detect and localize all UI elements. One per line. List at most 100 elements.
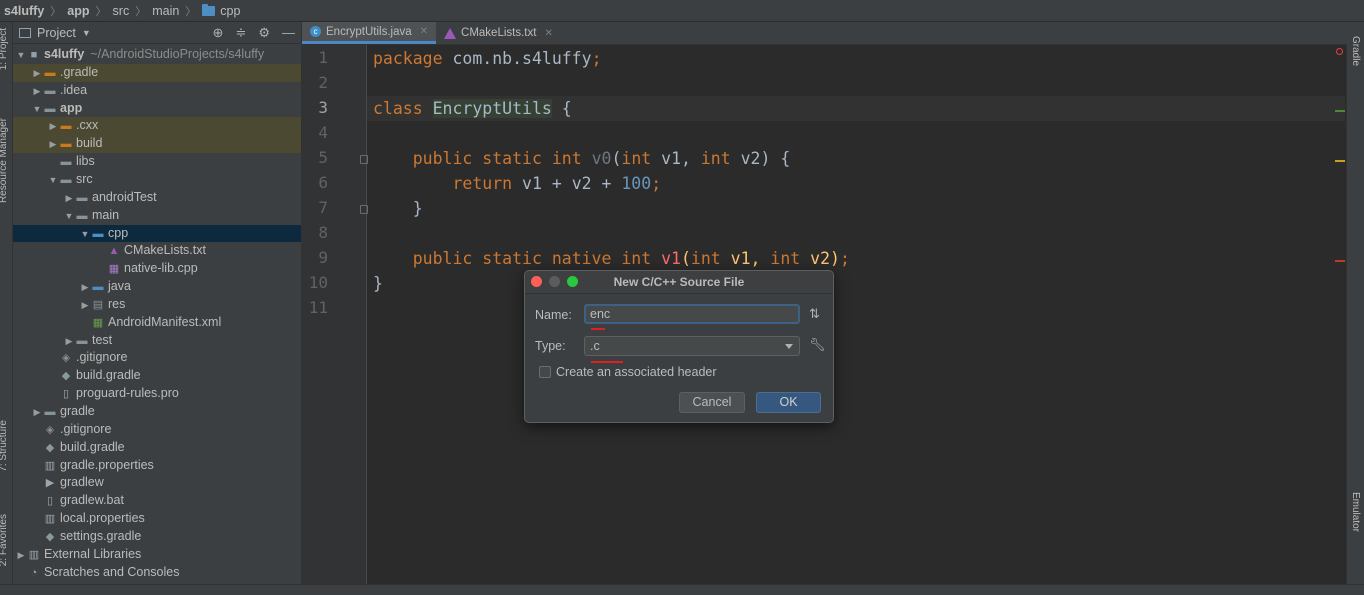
breadcrumb-main[interactable]: main bbox=[152, 4, 179, 18]
emulator-tool-tab[interactable]: Emulator bbox=[1350, 492, 1361, 532]
gradle-tool-tab[interactable]: Gradle bbox=[1350, 36, 1361, 66]
resource-manager-tool-tab[interactable]: Resource Manager bbox=[0, 118, 9, 203]
dialog-title-bar: New C/C++ Source File bbox=[525, 271, 833, 294]
collapsed-arrow-icon[interactable]: ▶ bbox=[63, 333, 75, 351]
tab-cmakelists-txt[interactable]: CMakeLists.txt ✕ bbox=[436, 22, 561, 44]
tree-item-label: gradlew.bat bbox=[60, 493, 124, 508]
breadcrumb-project[interactable]: s4luffy bbox=[4, 4, 44, 18]
info-marker[interactable] bbox=[1335, 110, 1345, 112]
tree-item[interactable]: ▯ gradlew.bat bbox=[13, 492, 301, 510]
code-line-6: return v1 + v2 + 100; bbox=[452, 174, 662, 193]
breadcrumb-app[interactable]: app bbox=[67, 4, 89, 18]
folder-orange-icon: ▬ bbox=[60, 138, 72, 151]
chevron-down-icon[interactable]: ▼ bbox=[82, 28, 91, 38]
tree-item[interactable]: ▶ ▬ .gradle bbox=[13, 63, 301, 83]
favorites-tool-tab[interactable]: 2: Favorites bbox=[0, 514, 9, 566]
collapsed-arrow-icon[interactable]: ▶ bbox=[47, 118, 59, 136]
tree-item[interactable]: ◈ .gitignore bbox=[13, 421, 301, 439]
wrench-icon[interactable]: 🔧︎ bbox=[809, 337, 826, 353]
tree-item[interactable]: ▦ native-lib.cpp bbox=[13, 260, 301, 278]
sort-icon[interactable]: ⇅ bbox=[809, 306, 820, 322]
tree-item[interactable]: ◈ .gitignore bbox=[13, 349, 301, 367]
collapsed-arrow-icon[interactable]: ▶ bbox=[31, 83, 43, 101]
code-line-7: } bbox=[412, 199, 423, 218]
tree-item[interactable]: ▬ libs bbox=[13, 153, 301, 171]
module-icon: ■ bbox=[30, 49, 38, 61]
tree-item[interactable]: ▶ gradlew bbox=[13, 474, 301, 492]
tree-item[interactable]: ▼ ▬ app bbox=[13, 100, 301, 118]
collapsed-arrow-icon[interactable]: ▶ bbox=[63, 190, 75, 208]
breadcrumb-cpp[interactable]: cpp bbox=[220, 4, 240, 18]
tree-item[interactable]: ◆ build.gradle bbox=[13, 367, 301, 385]
tree-item[interactable]: ◆ settings.gradle bbox=[13, 528, 301, 546]
expanded-arrow-icon[interactable]: ▼ bbox=[47, 172, 59, 190]
gradle-icon: ◆ bbox=[45, 530, 55, 543]
collapsed-arrow-icon[interactable]: ▶ bbox=[47, 136, 59, 154]
close-icon[interactable]: ✕ bbox=[544, 28, 552, 39]
create-header-label[interactable]: Create an associated header bbox=[556, 365, 717, 379]
expanded-arrow-icon[interactable]: ▼ bbox=[15, 47, 27, 65]
error-marker[interactable] bbox=[1335, 260, 1345, 262]
tree-item[interactable]: ▶ ▬ .idea bbox=[13, 82, 301, 100]
collapsed-arrow-icon[interactable]: ▶ bbox=[79, 279, 91, 297]
minimize-window-button[interactable] bbox=[549, 276, 560, 287]
code-editor[interactable]: package com.nb.s4luffy; class EncryptUti… bbox=[367, 45, 1345, 585]
close-window-button[interactable] bbox=[531, 276, 542, 287]
project-tool-tab[interactable]: 1: Project bbox=[0, 28, 9, 70]
expanded-arrow-icon[interactable]: ▼ bbox=[79, 226, 91, 244]
line-number: 5 bbox=[318, 148, 328, 167]
line-number: 10 bbox=[308, 273, 328, 292]
tree-item-label: Scratches and Consoles bbox=[44, 564, 180, 579]
tree-item[interactable]: ◆ build.gradle bbox=[13, 439, 301, 457]
tree-item[interactable]: ▶ ▬ java bbox=[13, 278, 301, 296]
collapsed-arrow-icon[interactable]: ▶ bbox=[31, 65, 43, 83]
navigation-bar: s4luffy 〉 app 〉 src 〉 main 〉 cpp bbox=[0, 0, 1364, 22]
close-icon[interactable]: ✕ bbox=[420, 26, 428, 37]
tree-item-label: build.gradle bbox=[76, 368, 141, 383]
tree-item[interactable]: ▶ ▬ gradle bbox=[13, 403, 301, 421]
type-select[interactable]: .c bbox=[584, 336, 800, 356]
line-number-current: 3 bbox=[318, 98, 328, 117]
tree-item-label: cpp bbox=[108, 225, 129, 240]
tree-item[interactable]: ▶ ▬ androidTest bbox=[13, 189, 301, 207]
tree-item[interactable]: ▼ ■ s4luffy ~/AndroidStudioProjects/s4luffy bbox=[13, 46, 301, 64]
tree-item[interactable]: ▶ ▬ build bbox=[13, 135, 301, 154]
zoom-window-button[interactable] bbox=[567, 276, 578, 287]
collapsed-arrow-icon[interactable]: ▶ bbox=[31, 404, 43, 422]
expanded-arrow-icon[interactable]: ▼ bbox=[31, 101, 43, 119]
tree-item[interactable]: ▼ ▬ cpp bbox=[13, 224, 301, 244]
tree-item-label: .gitignore bbox=[60, 421, 112, 436]
project-view-selector[interactable]: Project bbox=[37, 26, 76, 40]
breadcrumb-src[interactable]: src bbox=[113, 4, 130, 18]
tree-item[interactable]: ▶ ▬ .cxx bbox=[13, 117, 301, 136]
tree-item[interactable]: ▥ gradle.properties bbox=[13, 457, 301, 475]
gitignore-icon: ◈ bbox=[45, 423, 55, 436]
structure-tool-tab[interactable]: 7: Structure bbox=[0, 420, 9, 472]
tree-item[interactable]: ▼ ▬ src bbox=[13, 171, 301, 189]
collapse-all-icon[interactable]: ≑ bbox=[235, 25, 246, 41]
cancel-button[interactable]: Cancel bbox=[679, 392, 745, 413]
ok-button[interactable]: OK bbox=[756, 392, 821, 413]
line-number: 8 bbox=[318, 223, 328, 242]
tree-item[interactable]: ▲ CMakeLists.txt bbox=[13, 242, 301, 260]
minimize-icon[interactable]: — bbox=[282, 25, 295, 41]
collapsed-arrow-icon[interactable]: ▶ bbox=[15, 547, 27, 565]
tree-item[interactable]: ▶ ▥ External Libraries bbox=[13, 546, 301, 564]
warning-marker[interactable] bbox=[1335, 160, 1345, 162]
tab-label: EncryptUtils.java bbox=[326, 25, 412, 38]
tree-item[interactable]: ▥ local.properties bbox=[13, 510, 301, 528]
tree-item[interactable]: ▶ ▤ res bbox=[13, 296, 301, 314]
create-header-checkbox[interactable] bbox=[539, 366, 551, 378]
tree-item[interactable]: ◔ Scratches and Consoles bbox=[13, 564, 301, 582]
name-input[interactable] bbox=[584, 304, 800, 324]
tree-item[interactable]: ▶ ▬ test bbox=[13, 332, 301, 350]
expanded-arrow-icon[interactable]: ▼ bbox=[63, 208, 75, 226]
tree-item[interactable]: ▯ proguard-rules.pro bbox=[13, 385, 301, 403]
tree-item[interactable]: ▼ ▬ main bbox=[13, 207, 301, 225]
collapsed-arrow-icon[interactable]: ▶ bbox=[79, 297, 91, 315]
error-indicator-icon[interactable] bbox=[1336, 48, 1343, 55]
tree-item[interactable]: ▦ AndroidManifest.xml bbox=[13, 314, 301, 332]
tab-encryptutils-java[interactable]: c EncryptUtils.java ✕ bbox=[302, 22, 437, 44]
locate-icon[interactable]: ⊕ bbox=[213, 25, 224, 41]
gear-icon[interactable]: ⚙ bbox=[258, 25, 270, 41]
